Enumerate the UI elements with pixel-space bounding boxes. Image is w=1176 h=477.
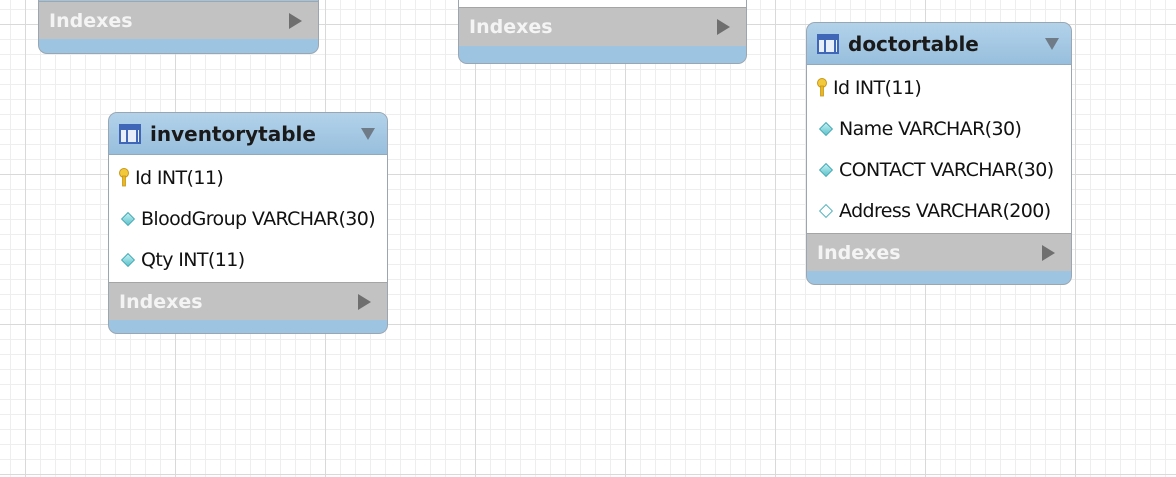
column-label: BloodGroup VARCHAR(30) — [141, 207, 376, 230]
entity-footer — [459, 46, 746, 63]
indexes-section[interactable]: Indexes — [39, 1, 318, 39]
entity-inventorytable[interactable]: inventorytable Id INT(11) BloodGroup VAR… — [108, 112, 388, 334]
column-label: Qty INT(11) — [141, 248, 245, 271]
column-label: Id INT(11) — [833, 76, 922, 99]
entity-doctortable[interactable]: doctortable Id INT(11) Name VARCHAR(30) … — [806, 22, 1072, 285]
column-label: Name VARCHAR(30) — [839, 117, 1022, 140]
entity-title: doctortable — [848, 31, 979, 56]
diamond-filled-icon — [818, 162, 834, 177]
triangle-right-icon[interactable] — [1042, 244, 1055, 261]
column-row[interactable]: Id INT(11) — [807, 67, 1071, 108]
column-row[interactable]: BloodGroup VARCHAR(30) — [109, 198, 387, 239]
triangle-down-icon[interactable] — [1045, 37, 1059, 50]
key-icon — [119, 167, 129, 186]
diamond-filled-icon — [120, 211, 136, 226]
entity-footer — [109, 320, 387, 332]
indexes-label: Indexes — [817, 241, 901, 264]
triangle-down-icon[interactable] — [361, 127, 375, 140]
entity-footer — [807, 271, 1071, 283]
diamond-filled-icon — [120, 252, 136, 267]
column-list: Id INT(11) Name VARCHAR(30) CONTACT VARC… — [807, 65, 1071, 233]
column-label: Address VARCHAR(200) — [839, 199, 1051, 222]
table-icon — [119, 123, 141, 144]
indexes-section[interactable]: Indexes — [807, 233, 1071, 271]
triangle-right-icon[interactable] — [358, 293, 371, 310]
entity-title: inventorytable — [150, 121, 316, 146]
entity-header[interactable]: doctortable — [807, 23, 1071, 65]
column-row[interactable]: Id INT(11) — [109, 157, 387, 198]
column-row[interactable]: Name VARCHAR(30) — [807, 108, 1071, 149]
diamond-filled-icon — [818, 121, 834, 136]
indexes-section[interactable]: Indexes — [109, 282, 387, 320]
column-row[interactable]: Address VARCHAR(200) — [807, 190, 1071, 231]
column-row[interactable]: Qty INT(11) — [109, 239, 387, 280]
column-label: CONTACT VARCHAR(30) — [839, 158, 1054, 181]
expand-arrow-icon[interactable] — [289, 12, 302, 29]
table-icon — [817, 33, 839, 54]
indexes-section[interactable]: Indexes — [459, 7, 746, 46]
expand-arrow-icon[interactable] — [717, 19, 730, 35]
er-diagram-canvas[interactable]: Indexes Indexes inventorytable Id INT(11 — [0, 0, 1176, 477]
key-icon — [817, 77, 827, 96]
column-list: Id INT(11) BloodGroup VARCHAR(30) Qty IN… — [109, 155, 387, 282]
entity-partial-left[interactable]: Indexes — [38, 0, 319, 54]
column-list-partial — [459, 0, 746, 7]
column-label: Id INT(11) — [135, 166, 224, 189]
entity-header[interactable]: inventorytable — [109, 113, 387, 155]
indexes-label: Indexes — [49, 9, 133, 32]
indexes-label: Indexes — [469, 16, 553, 38]
column-row[interactable]: CONTACT VARCHAR(30) — [807, 149, 1071, 190]
entity-partial-center[interactable]: Indexes — [458, 0, 747, 64]
entity-footer — [39, 39, 318, 51]
indexes-label: Indexes — [119, 290, 203, 313]
diamond-hollow-icon — [818, 203, 834, 218]
